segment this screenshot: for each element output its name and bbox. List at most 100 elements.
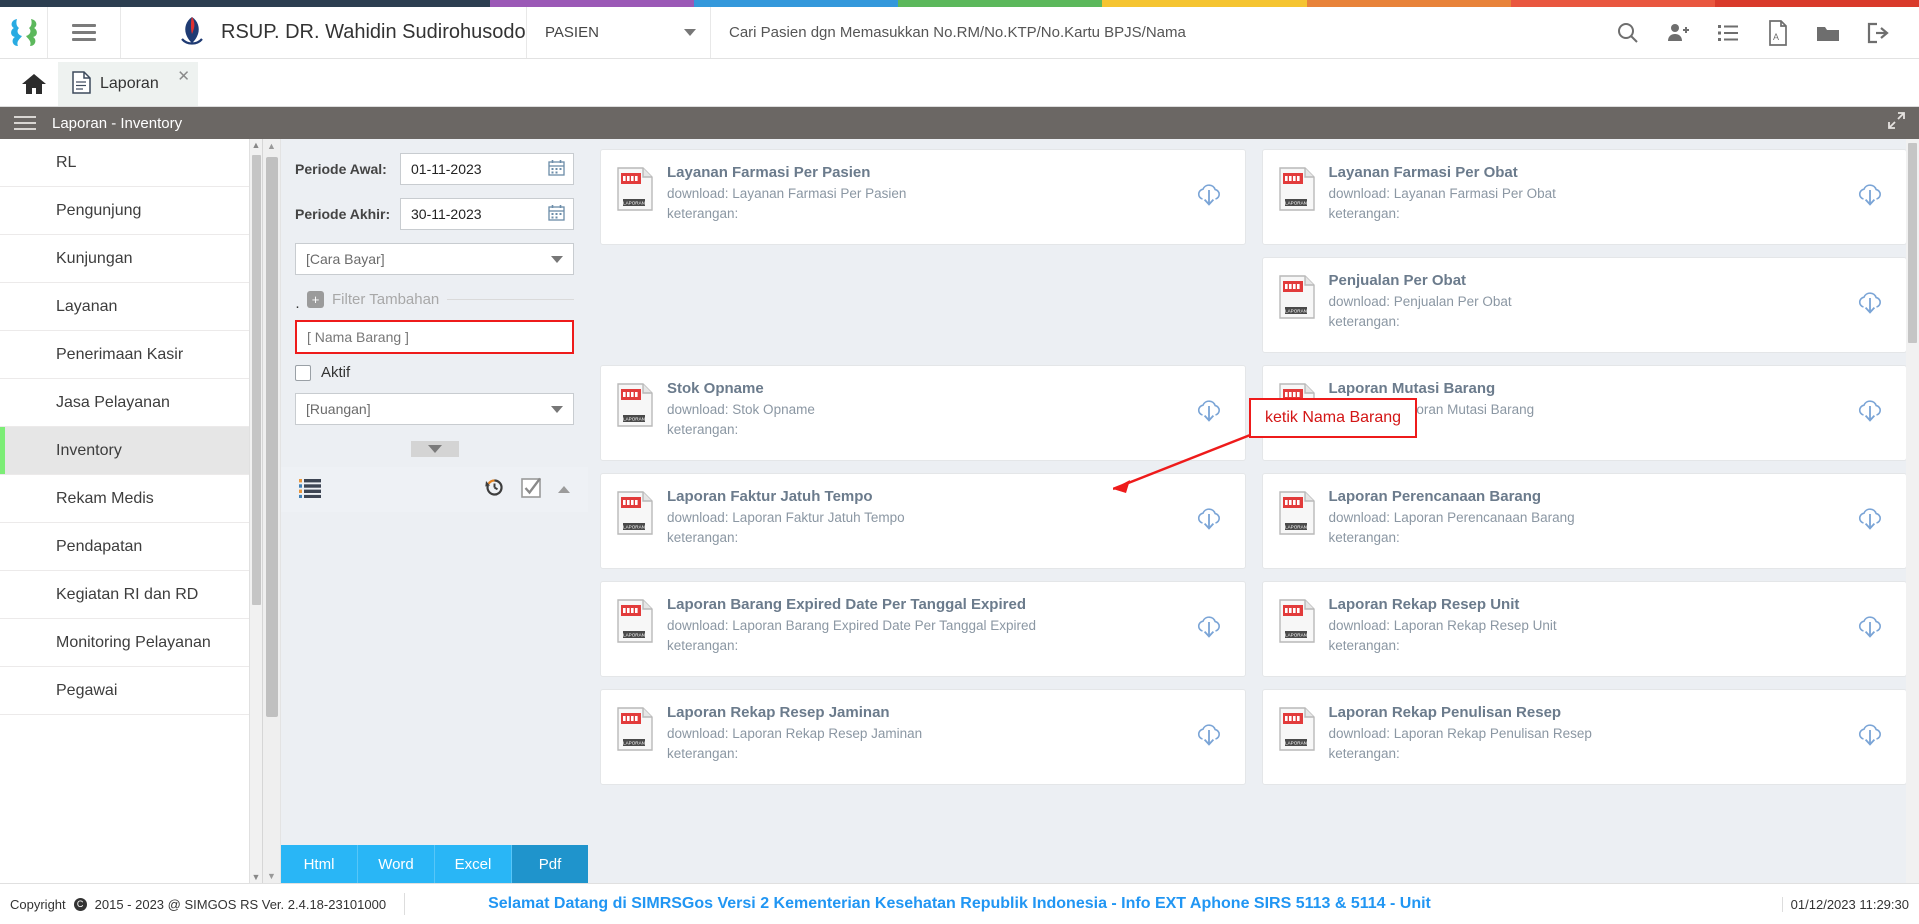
- export-button-excel[interactable]: Excel: [435, 845, 512, 883]
- color-strip-segment-0: [0, 0, 490, 7]
- cloud-download-icon[interactable]: [1856, 613, 1884, 645]
- report-keterangan-label: keterangan:: [667, 638, 739, 653]
- periode-akhir-input[interactable]: 30-11-2023: [400, 198, 574, 230]
- report-download-label: download: Laporan Rekap Resep Unit: [1328, 618, 1557, 633]
- aktif-checkbox[interactable]: [295, 364, 311, 381]
- report-keterangan-label: keterangan:: [667, 530, 739, 545]
- report-card[interactable]: LAPORAN Layanan Farmasi Per Obat download:…: [1261, 149, 1907, 245]
- aktif-checkbox-row[interactable]: Aktif: [281, 364, 588, 381]
- report-title: Laporan Barang Expired Date Per Tanggal …: [667, 596, 1026, 613]
- sidebar-item-penerimaan-kasir[interactable]: Penerimaan Kasir: [0, 331, 262, 379]
- report-card[interactable]: LAPORAN Laporan Rekap Resep Unit download:…: [1261, 581, 1907, 677]
- document-icon: [72, 70, 91, 98]
- cloud-download-icon[interactable]: [1195, 613, 1223, 645]
- filter-scroll-thumb[interactable]: [266, 157, 278, 717]
- main-area: RL Pengunjung Kunjungan Layanan Penerimaan K…: [0, 139, 1919, 883]
- report-keterangan-label: keterangan:: [1328, 530, 1400, 545]
- simrs-logo-icon[interactable]: [0, 7, 48, 58]
- cloud-download-icon[interactable]: [1195, 397, 1223, 429]
- reports-scrollbar[interactable]: [1906, 139, 1919, 883]
- filter-scrollbar[interactable]: ▲ ▼: [263, 139, 281, 883]
- cloud-download-icon[interactable]: [1195, 721, 1223, 753]
- sidebar-item-inventory[interactable]: Inventory: [0, 427, 262, 475]
- cloud-download-icon[interactable]: [1856, 721, 1884, 753]
- export-button-word[interactable]: Word: [358, 845, 435, 883]
- sidebar-item-label: Pendapatan: [56, 537, 143, 555]
- sidebar-item-kunjungan[interactable]: Kunjungan: [0, 235, 262, 283]
- patient-category-select[interactable]: PASIEN: [527, 7, 711, 58]
- sidebar-item-kegiatan-ri-dan-rd[interactable]: Kegiatan RI dan RD: [0, 571, 262, 619]
- report-card[interactable]: LAPORAN Laporan Faktur Jatuh Tempo downloa…: [600, 473, 1246, 569]
- report-card[interactable]: LAPORAN Laporan Rekap Penulisan Resep down…: [1261, 689, 1907, 785]
- expand-arrows-icon[interactable]: [1888, 112, 1905, 134]
- hamburger-icon[interactable]: [14, 112, 36, 134]
- nama-barang-placeholder: [ Nama Barang ]: [307, 329, 409, 345]
- list-view-icon[interactable]: [299, 478, 321, 502]
- report-card[interactable]: LAPORAN Stok Opname download: Stok Opname k…: [600, 365, 1246, 461]
- cloud-download-icon[interactable]: [1195, 505, 1223, 537]
- report-card[interactable]: LAPORAN Penjualan Per Obat download: Penju…: [1261, 257, 1907, 353]
- logout-icon[interactable]: [1853, 7, 1903, 59]
- search-icon[interactable]: [1603, 7, 1653, 59]
- pdf-icon[interactable]: A: [1753, 7, 1803, 59]
- report-card[interactable]: LAPORAN Layanan Farmasi Per Pasien downloa…: [600, 149, 1246, 245]
- check-square-icon[interactable]: [521, 477, 542, 502]
- report-keterangan-label: keterangan:: [1328, 746, 1400, 761]
- scroll-down-icon[interactable]: ▼: [250, 871, 262, 883]
- calendar-icon[interactable]: [548, 159, 565, 179]
- sidebar-item-pendapatan[interactable]: Pendapatan: [0, 523, 262, 571]
- sidebar-item-rekam-medis[interactable]: Rekam Medis: [0, 475, 262, 523]
- export-button-pdf[interactable]: Pdf: [512, 845, 588, 883]
- cloud-download-icon[interactable]: [1195, 181, 1223, 213]
- cloud-download-icon[interactable]: [1856, 289, 1884, 321]
- cloud-download-icon[interactable]: [1856, 397, 1884, 429]
- list-icon[interactable]: [1703, 7, 1753, 59]
- collapse-filter-button[interactable]: [410, 441, 459, 457]
- sidebar-item-pegawai[interactable]: Pegawai: [0, 667, 262, 715]
- sidebar-item-label: Inventory: [56, 441, 122, 459]
- periode-akhir-label: Periode Akhir:: [295, 206, 391, 222]
- cloud-download-icon[interactable]: [1856, 505, 1884, 537]
- ruangan-select[interactable]: [Ruangan]: [295, 393, 574, 425]
- report-card[interactable]: LAPORAN Laporan Barang Expired Date Per T…: [600, 581, 1246, 677]
- report-title: Layanan Farmasi Per Pasien: [667, 164, 871, 181]
- patient-search-input[interactable]: Cari Pasien dgn Memasukkan No.RM/No.KTP/…: [711, 7, 1603, 58]
- periode-awal-input[interactable]: 01-11-2023: [400, 153, 574, 185]
- plus-square-icon[interactable]: +: [307, 291, 324, 308]
- add-user-icon[interactable]: [1653, 7, 1703, 59]
- sidebar-item-layanan[interactable]: Layanan: [0, 283, 262, 331]
- sidebar-scrollbar[interactable]: ▲ ▼: [249, 139, 262, 883]
- home-icon[interactable]: [10, 62, 58, 106]
- sidebar-scroll-thumb[interactable]: [252, 155, 261, 605]
- nama-barang-input[interactable]: [ Nama Barang ]: [295, 320, 574, 354]
- sidebar-toggle-button[interactable]: [48, 7, 121, 58]
- folder-icon[interactable]: [1803, 7, 1853, 59]
- ruangan-value: [Ruangan]: [306, 401, 371, 417]
- export-button-html[interactable]: Html: [281, 845, 358, 883]
- report-card[interactable]: LAPORAN Laporan Perencanaan Barang downloa…: [1261, 473, 1907, 569]
- sidebar-item-jasa-pelayanan[interactable]: Jasa Pelayanan: [0, 379, 262, 427]
- laporan-document-icon: LAPORAN: [615, 488, 659, 540]
- report-card-body: Laporan Perencanaan Barang download: Lapo…: [1321, 488, 1891, 545]
- history-reset-icon[interactable]: [484, 477, 505, 502]
- chevron-up-icon[interactable]: [558, 486, 570, 493]
- reports-scroll-thumb[interactable]: [1908, 143, 1917, 343]
- close-icon[interactable]: ✕: [177, 67, 190, 85]
- report-card[interactable]: LAPORAN Laporan Rekap Resep Jaminan downlo…: [600, 689, 1246, 785]
- scroll-up-icon[interactable]: ▲: [250, 139, 262, 151]
- calendar-icon[interactable]: [548, 204, 565, 224]
- footer-datetime: 01/12/2023 11:29:30: [1781, 896, 1909, 912]
- scroll-up-icon[interactable]: ▲: [263, 139, 280, 153]
- svg-text:LAPORAN: LAPORAN: [1285, 741, 1307, 746]
- cloud-download-icon[interactable]: [1856, 181, 1884, 213]
- svg-text:LAPORAN: LAPORAN: [623, 741, 645, 746]
- cara-bayar-select[interactable]: [Cara Bayar]: [295, 243, 574, 275]
- sidebar-item-rl[interactable]: RL: [0, 139, 262, 187]
- sidebar-item-pengunjung[interactable]: Pengunjung: [0, 187, 262, 235]
- sidebar-item-monitoring-pelayanan[interactable]: Monitoring Pelayanan: [0, 619, 262, 667]
- svg-text:LAPORAN: LAPORAN: [623, 633, 645, 638]
- breadcrumb-left: Laporan - Inventory: [14, 112, 182, 134]
- report-card-body: Laporan Rekap Resep Jaminan download: Lap…: [659, 704, 1229, 761]
- tab-laporan[interactable]: Laporan ✕: [58, 62, 198, 106]
- scroll-down-icon[interactable]: ▼: [263, 869, 280, 883]
